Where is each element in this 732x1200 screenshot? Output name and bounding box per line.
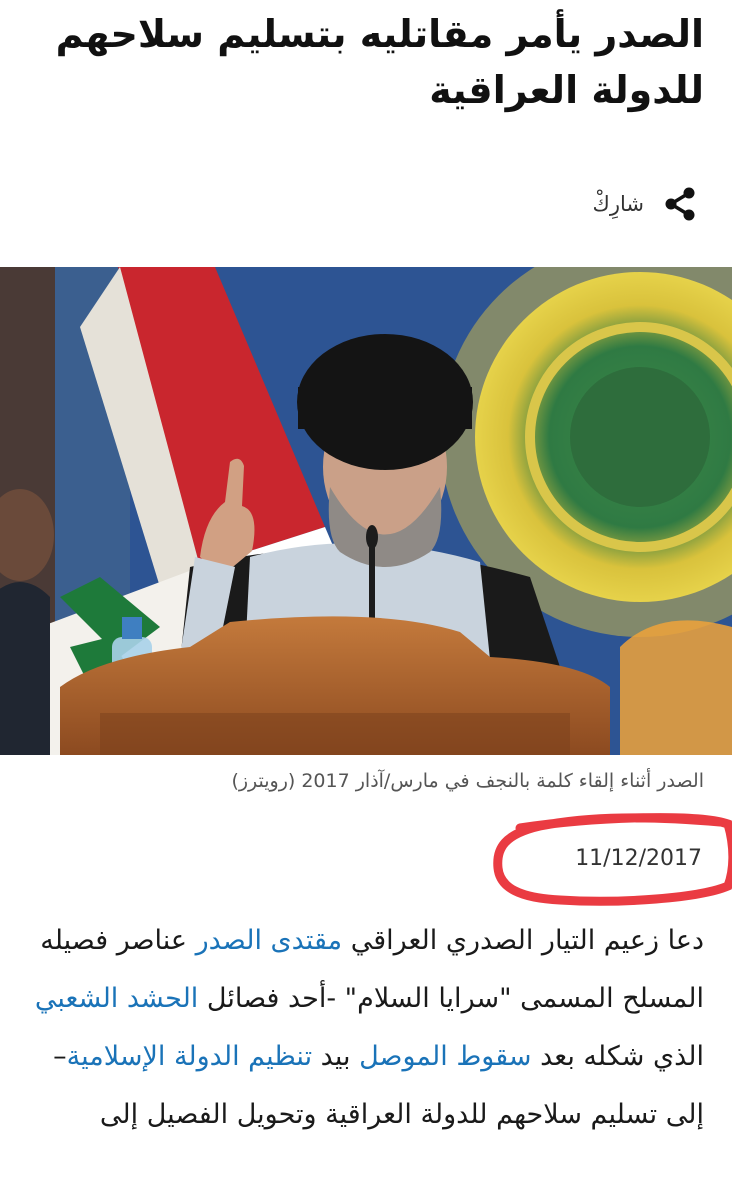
- article-body: دعا زعيم التيار الصدري العراقي مقتدى الص…: [28, 912, 704, 1144]
- share-button[interactable]: شارِكْ: [593, 186, 698, 222]
- article-headline: الصدر يأمر مقاتليه بتسليم سلاحهم للدولة …: [55, 12, 704, 112]
- share-label: شارِكْ: [592, 192, 644, 216]
- body-text-segment: دعا زعيم التيار الصدري العراقي: [342, 925, 704, 956]
- article-photo: [0, 267, 732, 755]
- link-islamic-state[interactable]: تنظيم الدولة الإسلامية: [67, 1041, 312, 1072]
- photo-caption: الصدر أثناء إلقاء كلمة بالنجف في مارس/آذ…: [231, 770, 704, 792]
- share-icon: [665, 187, 695, 221]
- date-highlight: 11/12/2017: [0, 808, 732, 918]
- link-popular-mobilization[interactable]: الحشد الشعبي: [35, 983, 199, 1014]
- body-text-segment: الذي شكله بعد: [531, 1041, 704, 1072]
- article-date: 11/12/2017: [575, 846, 702, 871]
- link-muqtada-al-sadr[interactable]: مقتدى الصدر: [196, 925, 343, 956]
- article-photo-illustration: [0, 267, 732, 755]
- body-text-segment: بيد: [312, 1041, 360, 1072]
- link-fall-of-mosul[interactable]: سقوط الموصل: [359, 1041, 531, 1072]
